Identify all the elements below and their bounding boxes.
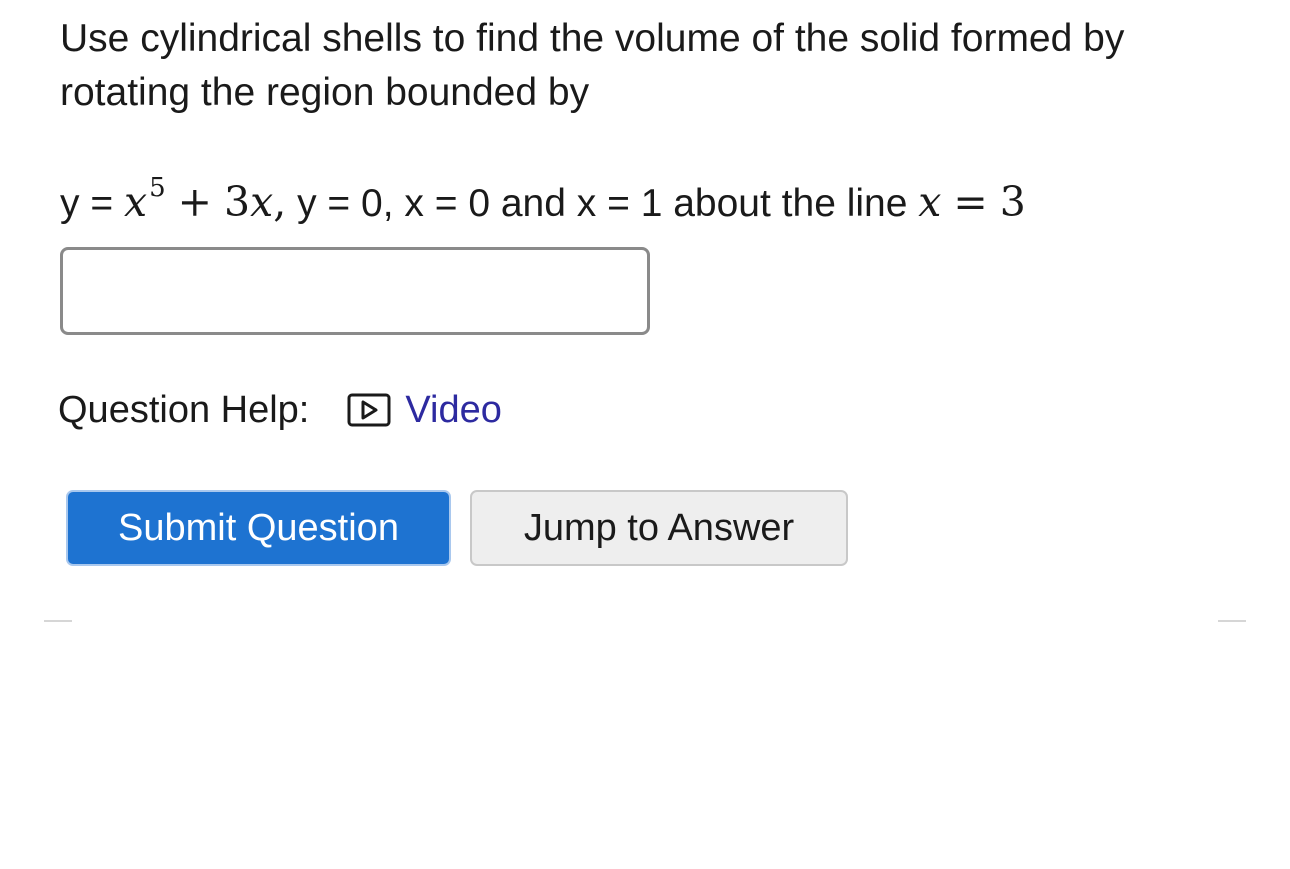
eq-term1-exponent: 5: [149, 173, 166, 203]
play-button-icon: [347, 393, 391, 427]
eq-y-label: y =: [60, 182, 124, 225]
eq-plus: +: [177, 178, 212, 226]
eq-axis-value: 3: [999, 178, 1026, 226]
eq-term1-var: x: [123, 178, 148, 226]
divider-left: [44, 620, 72, 622]
question-help: Question Help: Video: [58, 382, 502, 438]
eq-axis-var: x: [918, 178, 942, 226]
jump-to-answer-button[interactable]: Jump to Answer: [470, 490, 848, 566]
eq-comma: ,: [273, 178, 287, 226]
eq-bounds-text: y = 0, x = 0 and x = 1 about the line: [286, 182, 919, 225]
eq-term1: x5 +3x,: [123, 173, 287, 226]
eq-axis-equals: =: [953, 178, 988, 226]
eq-term2-coef: 3: [223, 178, 251, 226]
eq-term2-var: x: [250, 178, 274, 226]
submit-question-button[interactable]: Submit Question: [66, 490, 451, 566]
eq-axis: x = 3: [918, 178, 1026, 226]
video-help-link[interactable]: Video: [347, 389, 502, 432]
answer-input[interactable]: [60, 247, 650, 335]
equation-line: y = x5 +3x, y = 0, x = 0 and x = 1 about …: [60, 170, 1026, 240]
question-help-label: Question Help:: [58, 388, 310, 431]
video-link-label: Video: [405, 388, 502, 431]
question-text: Use cylindrical shells to find the volum…: [60, 17, 1125, 114]
divider-right: [1218, 620, 1246, 622]
